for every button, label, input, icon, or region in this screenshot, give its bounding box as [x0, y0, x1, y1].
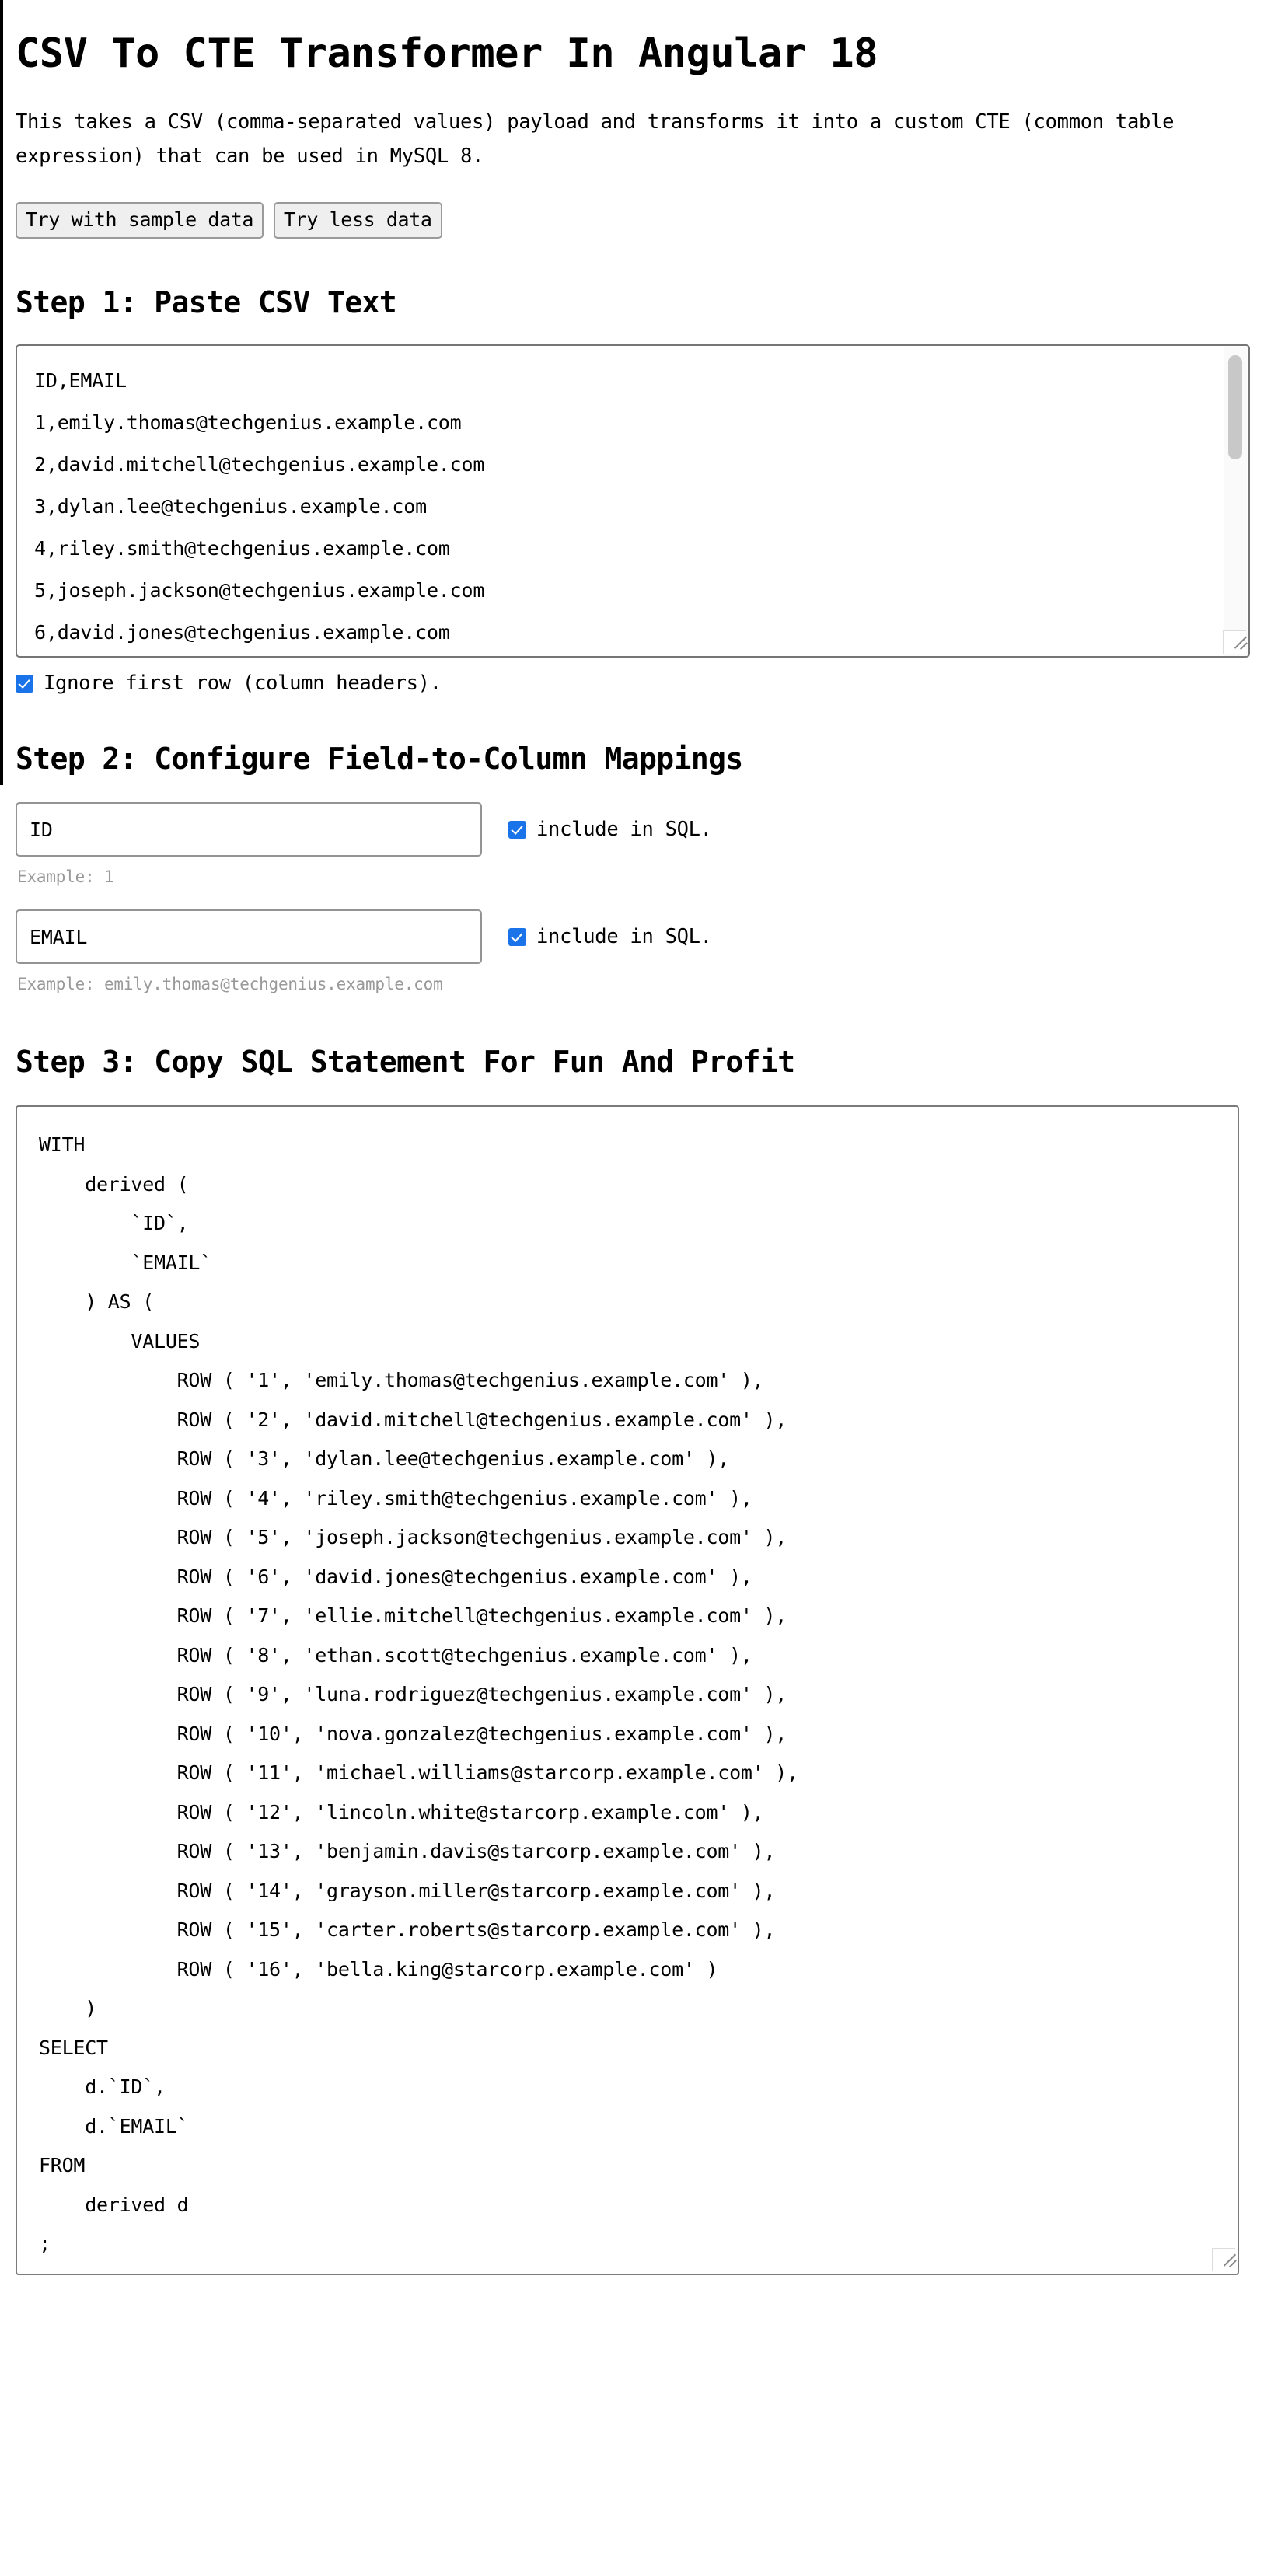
- include-in-sql-checkbox[interactable]: [508, 927, 526, 946]
- include-in-sql-field: include in SQL.: [508, 818, 712, 841]
- step-3-title: Step 3: Copy SQL Statement For Fun And P…: [16, 1045, 795, 1080]
- field-mapping-row: include in SQL.: [16, 802, 1250, 857]
- demo-button-row: Try with sample data Try less data: [16, 201, 1250, 239]
- try-less-data-button[interactable]: Try less data: [274, 201, 442, 239]
- csv-input-wrap: ID,EMAIL 1,emily.thomas@techgenius.examp…: [16, 344, 1250, 658]
- field-mapping-list: include in SQL. Example: 1 include in SQ…: [16, 802, 1250, 993]
- column-name-input[interactable]: [16, 909, 482, 965]
- ignore-first-row-field: Ignore first row (column headers).: [16, 672, 1250, 695]
- sql-resize-handle[interactable]: [1212, 2248, 1235, 2272]
- include-in-sql-field: include in SQL.: [508, 925, 712, 948]
- csv-scrollbar[interactable]: [1224, 347, 1247, 657]
- csv-resize-handle[interactable]: [1223, 630, 1246, 654]
- field-mapping-row: include in SQL.: [16, 909, 1250, 965]
- include-in-sql-label: include in SQL.: [536, 818, 712, 842]
- field-mapping-item: include in SQL. Example: 1: [16, 802, 1250, 886]
- page-left-rule: [0, 0, 3, 785]
- field-mapping-item: include in SQL. Example: emily.thomas@te…: [16, 909, 1250, 993]
- sql-output-value: WITH derived ( `ID`, `EMAIL` ) AS ( VALU…: [39, 1133, 798, 2256]
- include-in-sql-label: include in SQL.: [536, 925, 712, 949]
- sql-output-wrap: WITH derived ( `ID`, `EMAIL` ) AS ( VALU…: [16, 1105, 1250, 2276]
- column-name-input[interactable]: [16, 802, 482, 857]
- ignore-first-row-label: Ignore first row (column headers).: [44, 672, 442, 696]
- page-intro-text: This takes a CSV (comma-separated values…: [16, 110, 1175, 168]
- app-page: CSV To CTE Transformer In Angular 18 Thi…: [0, 0, 1264, 2306]
- column-example-text: Example: 1: [17, 867, 114, 887]
- step-2-title: Step 2: Configure Field-to-Column Mappin…: [16, 742, 743, 777]
- csv-textarea[interactable]: ID,EMAIL 1,emily.thomas@techgenius.examp…: [16, 344, 1250, 658]
- column-example-text: Example: emily.thomas@techgenius.example…: [17, 975, 443, 994]
- sql-output-textarea[interactable]: WITH derived ( `ID`, `EMAIL` ) AS ( VALU…: [16, 1105, 1239, 2276]
- csv-scrollbar-thumb[interactable]: [1228, 355, 1242, 460]
- include-in-sql-checkbox[interactable]: [508, 820, 526, 839]
- page-title: CSV To CTE Transformer In Angular 18: [16, 30, 878, 77]
- try-sample-data-button[interactable]: Try with sample data: [16, 201, 264, 239]
- ignore-first-row-checkbox[interactable]: [16, 674, 33, 693]
- step-1-title: Step 1: Paste CSV Text: [16, 285, 397, 320]
- csv-textarea-value: ID,EMAIL 1,emily.thomas@techgenius.examp…: [34, 369, 485, 644]
